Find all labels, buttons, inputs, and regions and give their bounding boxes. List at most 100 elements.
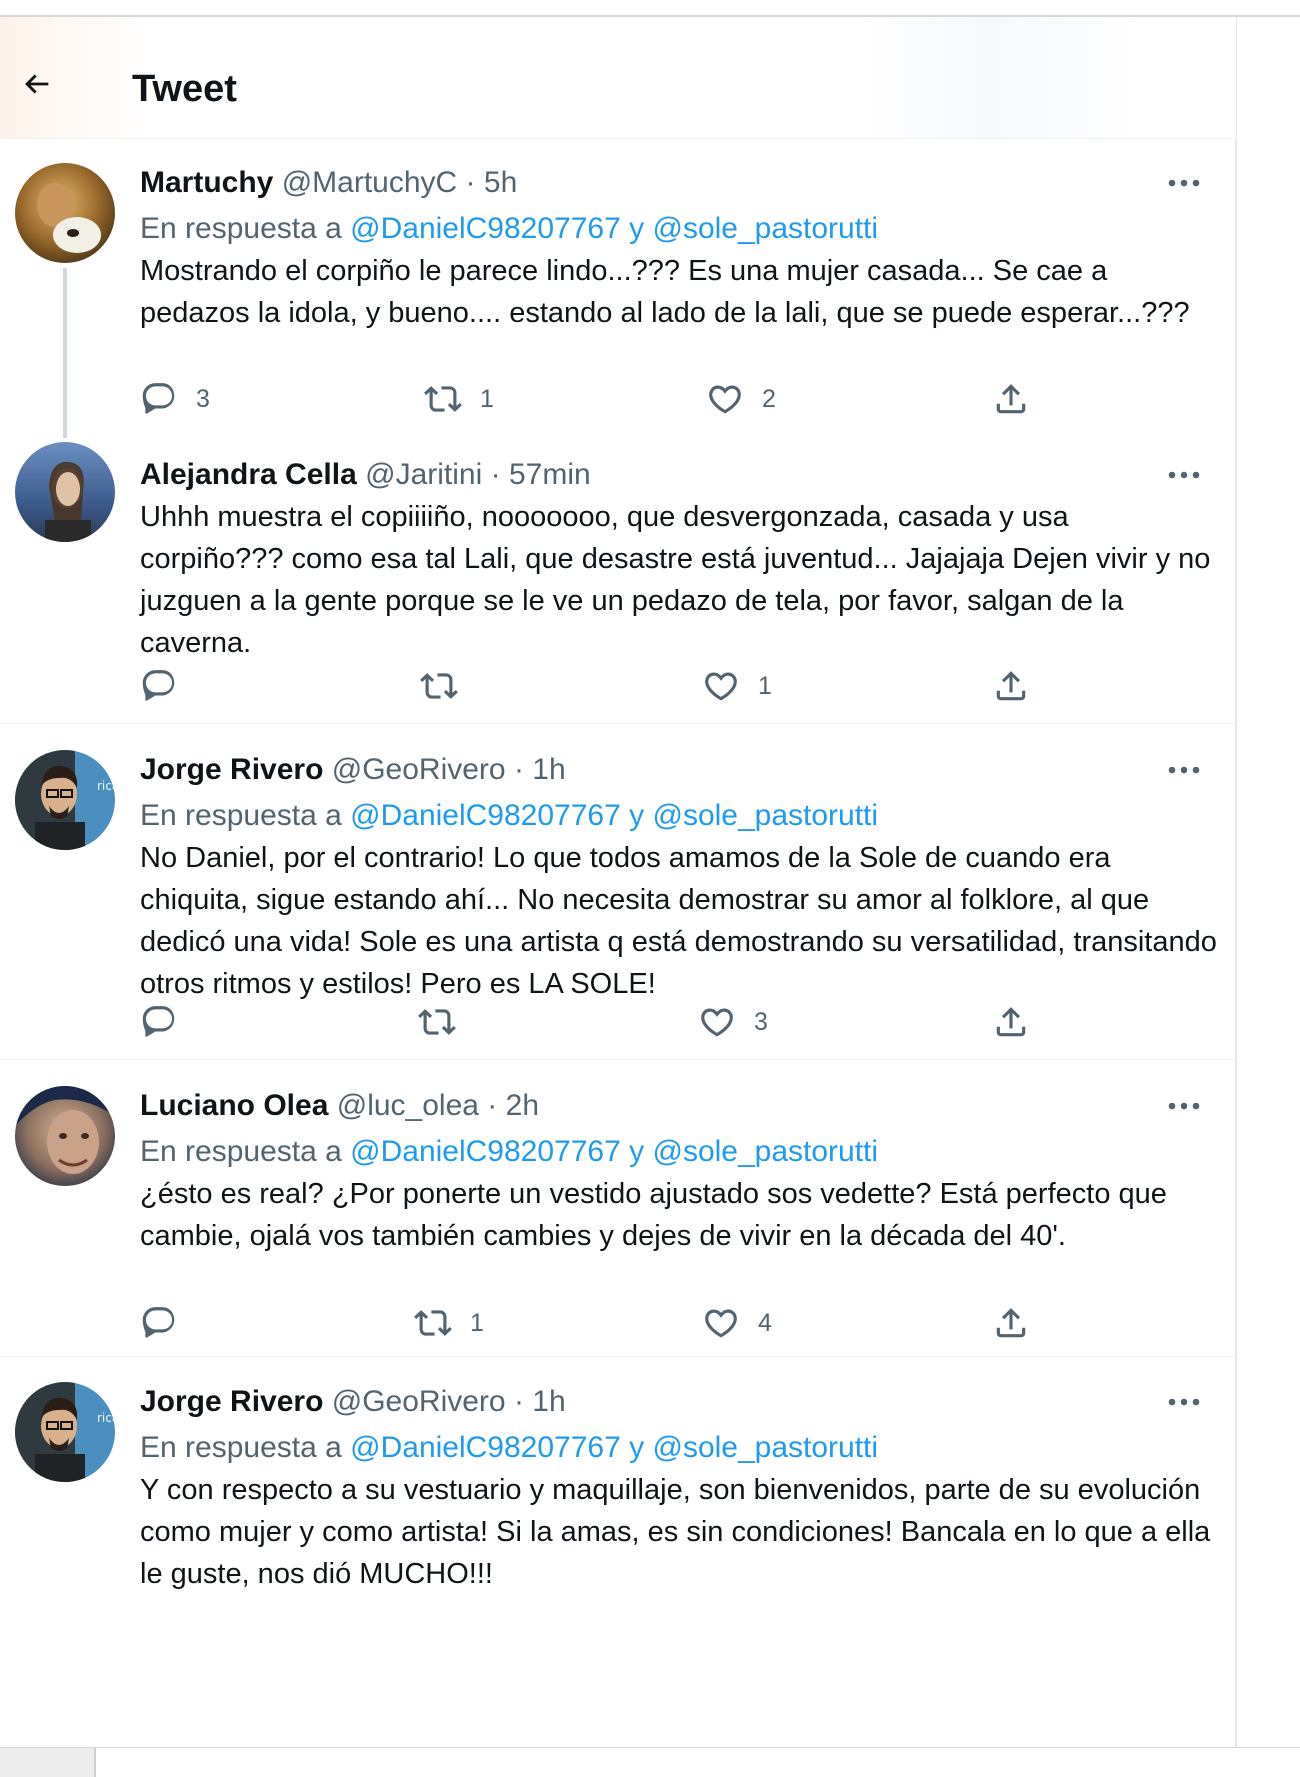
tweet-text: Y con respecto a su vestuario y maquilla… [140,1474,1211,1590]
tweet[interactable]: rica Jorge Rivero @GeoRivero · 1h En res… [0,725,1236,1060]
tweet-text: ¿ésto es real? ¿Por ponerte un vestido a… [140,1178,1167,1252]
tweet-text: Uhhh muestra el copiiiiño, nooooooo, que… [140,501,1211,659]
display-name[interactable]: Jorge Rivero [140,753,323,786]
avatar[interactable] [15,163,115,263]
avatar[interactable]: rica [15,750,115,850]
reply-prefix: En respuesta a [140,799,342,832]
retweet-button[interactable]: 1 [424,380,494,418]
thread-line [63,268,67,438]
handle[interactable]: @luc_olea [337,1089,479,1122]
page-title: Tweet [132,68,237,110]
tweet-header: Jorge Rivero @GeoRivero · 1h [140,1384,566,1420]
page-header: Tweet [0,17,1236,139]
separator-dot: · [487,1089,498,1122]
handle[interactable]: @GeoRivero [332,1385,506,1418]
more-options-button[interactable] [1162,1384,1206,1420]
share-button[interactable] [992,1003,1030,1041]
share-button[interactable] [992,667,1030,705]
back-button[interactable] [14,61,60,107]
reply-joiner: y [629,212,645,245]
tweet-header: Martuchy @MartuchyC · 5h [140,165,517,201]
retweet-count: 1 [470,1308,484,1337]
retweet-icon [424,386,462,412]
display-name[interactable]: Martuchy [140,166,273,199]
like-button[interactable]: 4 [702,1304,772,1342]
avatar[interactable] [15,1086,115,1186]
tweet-header: Jorge Rivero @GeoRivero · 1h [140,752,566,788]
timestamp[interactable]: 2h [506,1089,539,1122]
retweet-button[interactable] [420,667,476,705]
retweet-button[interactable]: 1 [414,1304,484,1342]
more-options-button[interactable] [1162,165,1206,201]
tweet[interactable]: Luciano Olea @luc_olea · 2h En respuesta… [0,1061,1236,1357]
mention-link[interactable]: @sole_pastorutti [652,1431,878,1464]
mention-link[interactable]: @DanielC98207767 [350,799,621,832]
bottom-bar [0,1747,1300,1777]
like-count: 2 [762,384,776,413]
display-name[interactable]: Jorge Rivero [140,1385,323,1418]
retweet-button[interactable] [418,1003,474,1041]
reply-context: En respuesta a @DanielC98207767 y @sole_… [140,798,878,834]
mention-link[interactable]: @DanielC98207767 [350,212,621,245]
share-button[interactable] [992,380,1030,418]
avatar-image [15,163,115,263]
more-icon [1168,471,1200,479]
reply-icon [142,1307,175,1338]
mention-link[interactable]: @sole_pastorutti [652,799,878,832]
more-icon [1168,1102,1200,1110]
avatar-image: rica [15,1382,115,1482]
display-name[interactable]: Luciano Olea [140,1089,328,1122]
timestamp[interactable]: 5h [484,166,517,199]
like-icon [701,1008,733,1037]
back-arrow-icon [25,74,49,94]
like-icon [705,672,737,701]
share-icon [996,671,1026,701]
tweet[interactable]: Martuchy @MartuchyC · 5h En respuesta a … [0,140,1236,438]
tweet-header: Luciano Olea @luc_olea · 2h [140,1088,539,1124]
like-button[interactable]: 3 [698,1003,768,1041]
avatar[interactable] [15,442,115,542]
mention-link[interactable]: @DanielC98207767 [350,1135,621,1168]
like-button[interactable]: 1 [702,667,772,705]
handle[interactable]: @GeoRivero [332,753,506,786]
timestamp[interactable]: 1h [532,1385,565,1418]
mention-link[interactable]: @sole_pastorutti [652,212,878,245]
main-column[interactable]: Tweet Martuchy @MartuchyC · 5h En respue… [0,17,1237,1747]
handle[interactable]: @Jaritini [365,458,482,491]
more-options-button[interactable] [1162,1088,1206,1124]
mention-link[interactable]: @DanielC98207767 [350,1431,621,1464]
timestamp[interactable]: 57min [509,458,591,491]
reply-button[interactable] [140,1003,196,1041]
tweet[interactable]: Alejandra Cella @Jaritini · 57min Uhhh m… [0,430,1236,724]
avatar[interactable]: rica [15,1382,115,1482]
more-options-button[interactable] [1162,457,1206,493]
retweet-icon [420,673,458,699]
reply-prefix: En respuesta a [140,212,342,245]
share-icon [996,1007,1026,1037]
avatar-image: rica [15,750,115,850]
reply-button[interactable]: 3 [140,380,210,418]
reply-button[interactable] [140,667,196,705]
reply-button[interactable] [140,1304,196,1342]
reply-joiner: y [629,1135,645,1168]
separator-dot: · [513,1385,524,1418]
like-icon [705,1309,737,1338]
like-count: 3 [754,1007,768,1036]
display-name[interactable]: Alejandra Cella [140,458,357,491]
more-options-button[interactable] [1162,752,1206,788]
tweet-header: Alejandra Cella @Jaritini · 57min [140,457,591,493]
tweet[interactable]: rica Jorge Rivero @GeoRivero · 1h En res… [0,1358,1236,1747]
bottom-tab[interactable] [0,1748,96,1777]
share-button[interactable] [992,1304,1030,1342]
more-icon [1168,1398,1200,1406]
mention-link[interactable]: @sole_pastorutti [652,1135,878,1168]
tweet-text: No Daniel, por el contrario! Lo que todo… [140,842,1217,1000]
tweet-text: Mostrando el corpiño le parece lindo...?… [140,255,1190,329]
handle[interactable]: @MartuchyC [282,166,458,199]
reply-icon [142,670,175,701]
timestamp[interactable]: 1h [532,753,565,786]
like-count: 1 [758,671,772,700]
like-button[interactable]: 2 [706,380,776,418]
reply-prefix: En respuesta a [140,1135,342,1168]
reply-context: En respuesta a @DanielC98207767 y @sole_… [140,1430,878,1466]
